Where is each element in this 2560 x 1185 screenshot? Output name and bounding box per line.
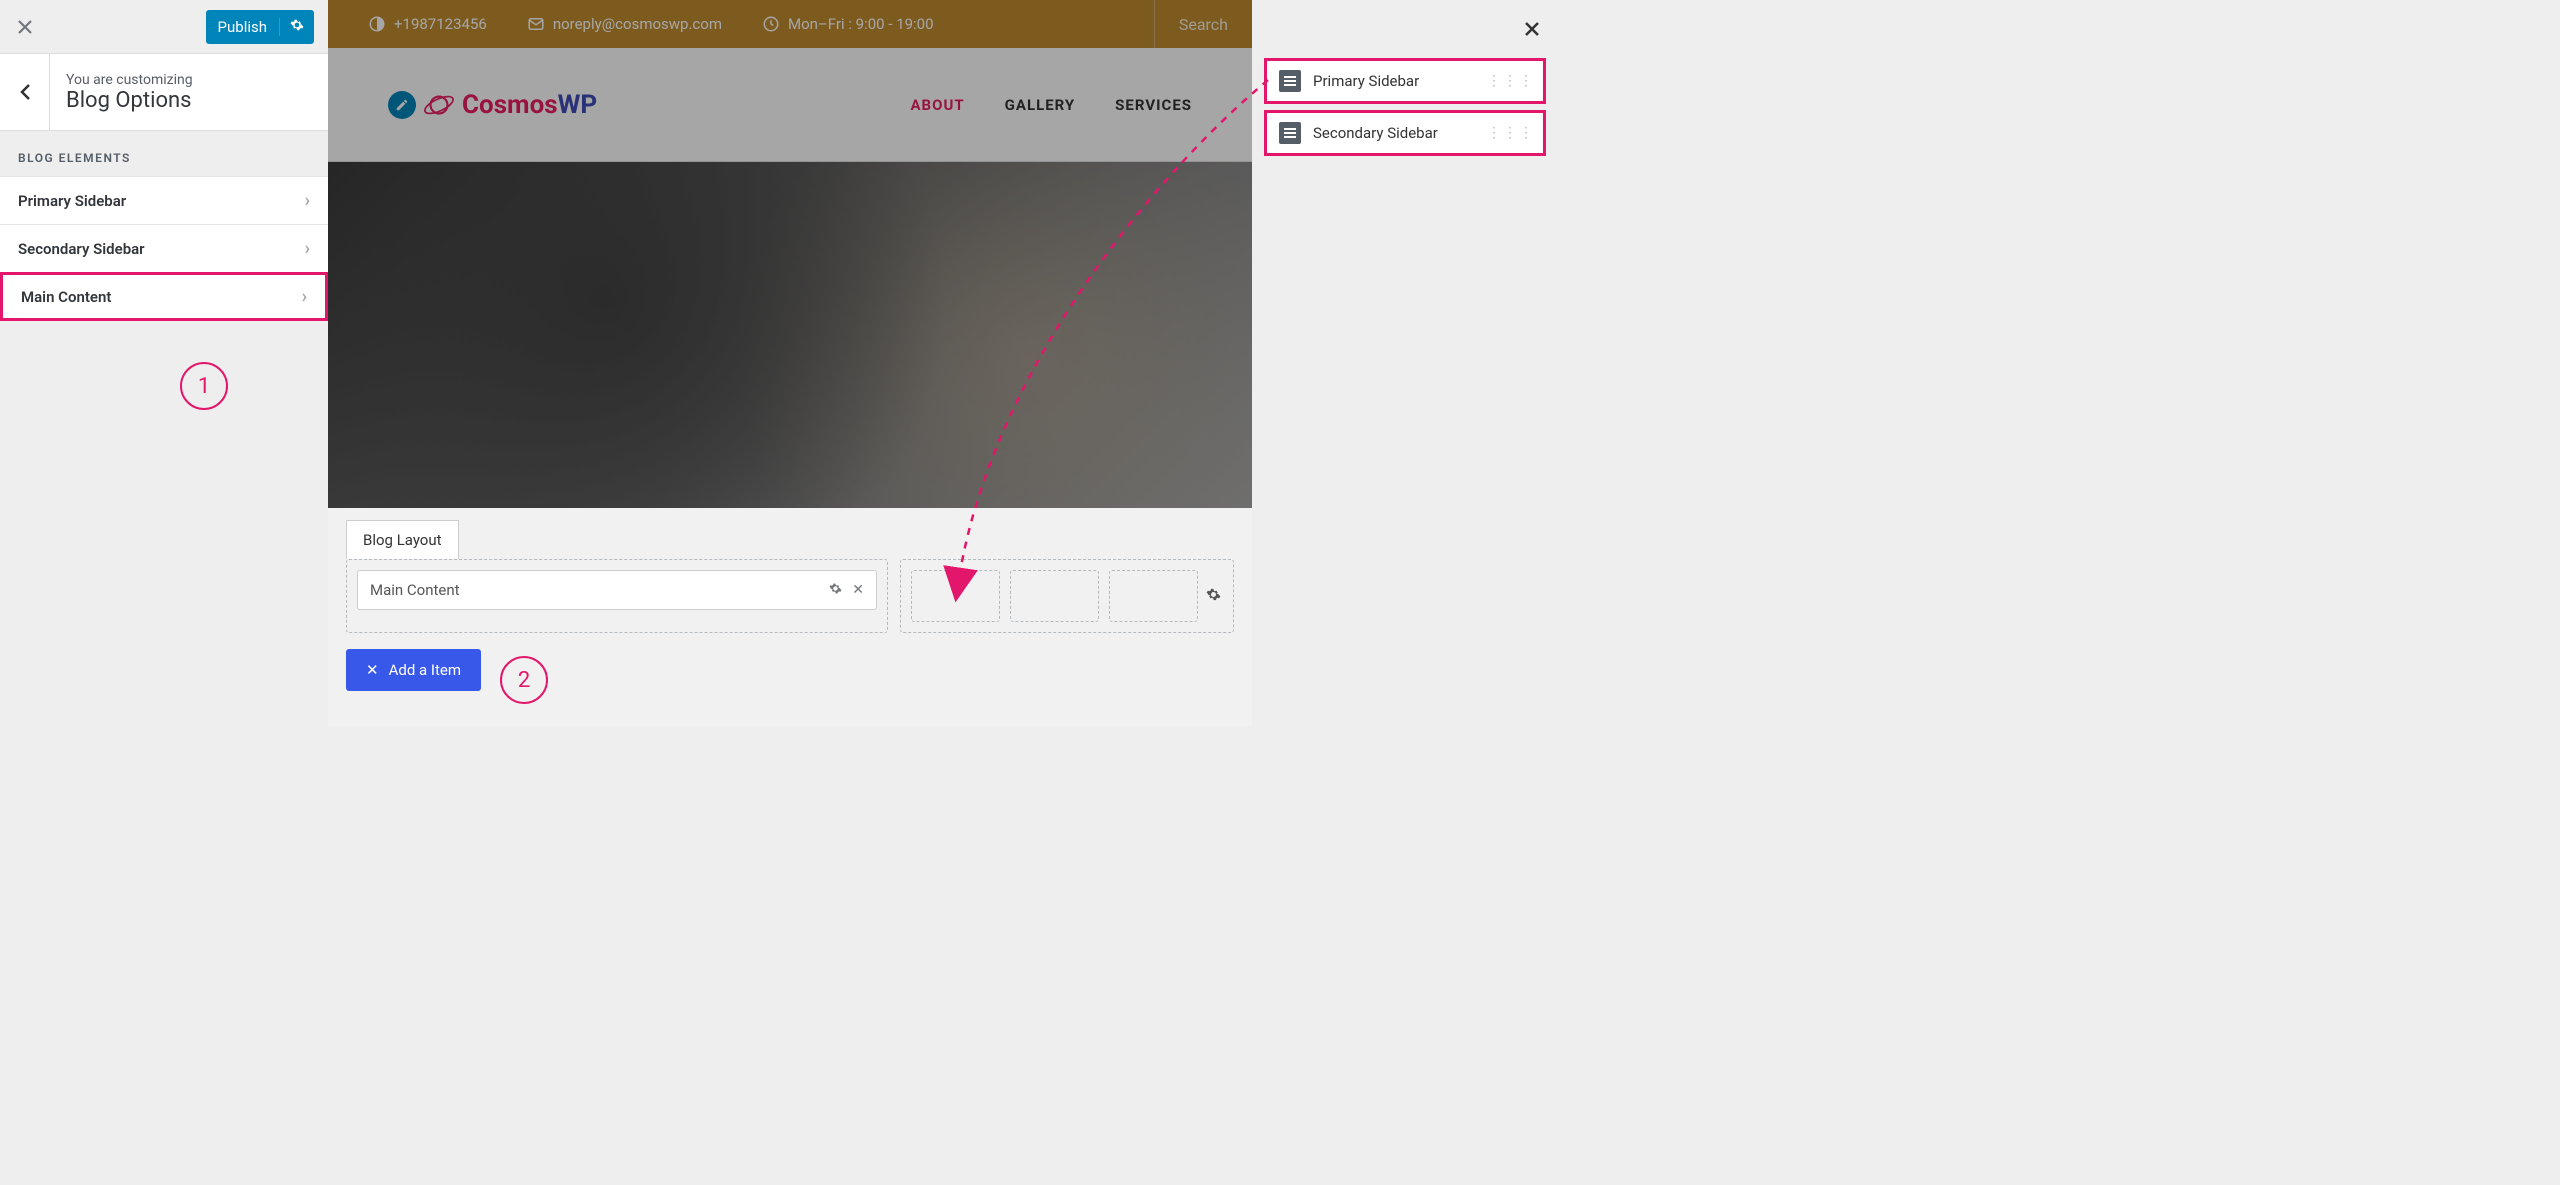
layout-item-main-content[interactable]: Main Content ✕ [357, 570, 877, 610]
sidebar-item-primary-sidebar[interactable]: Primary Sidebar › [0, 176, 328, 225]
clock-icon [762, 15, 780, 33]
add-item-button[interactable]: ✕ Add a Item [346, 649, 481, 691]
main-nav: ABOUT GALLERY SERVICES [910, 96, 1192, 114]
nav-services[interactable]: SERVICES [1115, 96, 1192, 114]
document-icon [1279, 70, 1301, 92]
drag-handle-icon[interactable]: ⋮⋮⋮ [1487, 73, 1535, 89]
site-topbar: +1987123456 noreply@cosmoswp.com Mon–Fri… [328, 0, 1252, 48]
planet-icon [422, 88, 456, 122]
customizer-topbar: Publish [0, 0, 328, 53]
available-items-panel: Primary Sidebar ⋮⋮⋮ Secondary Sidebar ⋮⋮… [1252, 0, 1558, 726]
sidebar-item-secondary-sidebar[interactable]: Secondary Sidebar › [0, 224, 328, 273]
drag-handle-icon[interactable]: ⋮⋮⋮ [1487, 125, 1535, 141]
annotation-2: 2 [500, 656, 548, 704]
annotation-1: 1 [180, 362, 228, 410]
layout-drop-zone-left[interactable]: Main Content ✕ [346, 559, 888, 633]
mail-icon [527, 15, 545, 33]
nav-about[interactable]: ABOUT [910, 96, 964, 114]
layout-item-actions: ✕ [829, 582, 864, 599]
close-panel-button[interactable] [1518, 12, 1546, 48]
sidebar-item-label: Secondary Sidebar [18, 240, 145, 258]
layout-drop-zone-right[interactable] [900, 559, 1234, 633]
sidebar-item-main-content[interactable]: Main Content › [0, 272, 328, 321]
close-icon[interactable]: ✕ [852, 582, 864, 599]
breadcrumb-text: You are customizing Blog Options [50, 72, 193, 113]
publish-button[interactable]: Publish [206, 10, 314, 44]
topbar-hours: Mon–Fri : 9:00 - 19:00 [762, 15, 934, 33]
topbar-phone: +1987123456 [368, 15, 487, 33]
site-header: CosmosWP ABOUT GALLERY SERVICES [328, 48, 1252, 162]
sidebar-item-label: Primary Sidebar [18, 192, 126, 210]
drag-items-list: Primary Sidebar ⋮⋮⋮ Secondary Sidebar ⋮⋮… [1252, 0, 1558, 156]
nav-gallery[interactable]: GALLERY [1005, 96, 1076, 114]
hero-image [328, 162, 1252, 508]
layout-slot[interactable] [1010, 570, 1099, 622]
close-icon: ✕ [366, 661, 379, 679]
customizer-panel: Publish You are customizing Blog Options… [0, 0, 328, 726]
edit-shortcut-icon[interactable] [388, 91, 416, 119]
gear-icon[interactable] [829, 582, 842, 599]
chevron-left-icon [19, 83, 31, 101]
back-button[interactable] [0, 53, 50, 131]
breadcrumb-subtitle: You are customizing [66, 72, 193, 88]
site-logo[interactable]: CosmosWP [388, 88, 597, 122]
logo-text: CosmosWP [462, 90, 597, 120]
drag-item-secondary-sidebar[interactable]: Secondary Sidebar ⋮⋮⋮ [1264, 110, 1546, 156]
layout-slot[interactable] [911, 570, 1000, 622]
sidebar-item-label: Main Content [21, 288, 111, 306]
chevron-right-icon: › [302, 286, 307, 307]
layout-row: Main Content ✕ [346, 559, 1234, 633]
close-icon [1524, 21, 1540, 37]
publish-settings-icon[interactable] [279, 18, 314, 36]
breadcrumb: You are customizing Blog Options [0, 53, 328, 131]
document-icon [1279, 122, 1301, 144]
topbar-email: noreply@cosmoswp.com [527, 15, 722, 33]
close-customizer-button[interactable] [0, 0, 50, 53]
chevron-right-icon: › [305, 190, 310, 211]
tab-blog-layout[interactable]: Blog Layout [346, 520, 459, 559]
section-label: BLOG ELEMENTS [0, 131, 328, 177]
preview-frame: +1987123456 noreply@cosmoswp.com Mon–Fri… [328, 0, 1252, 726]
layout-slot[interactable] [1109, 570, 1198, 622]
topbar-search[interactable]: Search [1154, 0, 1252, 48]
gear-icon[interactable] [1206, 587, 1221, 606]
breadcrumb-title: Blog Options [66, 88, 193, 113]
contrast-icon [368, 15, 386, 33]
drag-item-primary-sidebar[interactable]: Primary Sidebar ⋮⋮⋮ [1264, 58, 1546, 104]
chevron-right-icon: › [305, 238, 310, 259]
publish-label: Publish [206, 18, 279, 36]
blog-layout-area: Blog Layout Main Content ✕ [328, 508, 1252, 721]
close-icon [17, 19, 33, 35]
